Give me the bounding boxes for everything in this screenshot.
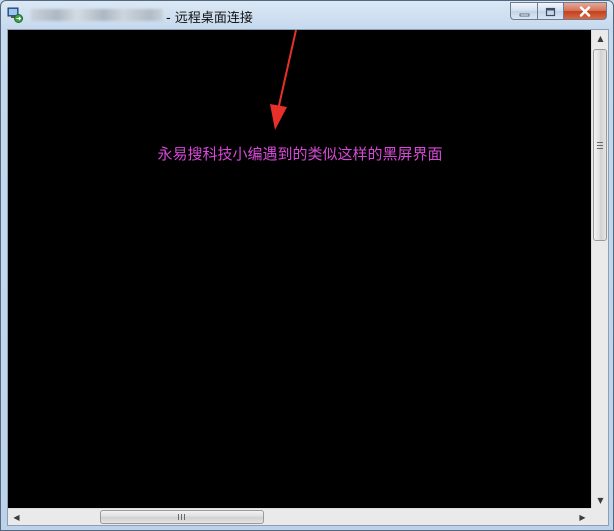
arrow-left-icon: ◀	[13, 513, 20, 522]
red-arrow-annotation	[270, 30, 297, 130]
close-icon	[579, 2, 591, 21]
arrow-up-icon: ▲	[597, 34, 604, 43]
scroll-up-button[interactable]: ▲	[592, 30, 609, 47]
maximize-button[interactable]	[537, 2, 563, 20]
arrow-down-icon: ▼	[597, 496, 604, 505]
arrow-right-icon: ▶	[579, 513, 586, 522]
vertical-scroll-thumb[interactable]	[593, 49, 607, 241]
window-title: - 远程桌面连接	[166, 11, 253, 26]
minimize-button[interactable]	[510, 2, 537, 20]
scroll-down-button[interactable]: ▼	[592, 492, 609, 509]
minimize-icon	[519, 2, 530, 21]
blurred-host-address	[31, 9, 163, 21]
maximize-icon	[545, 2, 556, 21]
vertical-scrollbar[interactable]: ▲ ▼	[591, 30, 608, 509]
horizontal-scrollbar[interactable]: ◀ ▶	[8, 508, 591, 525]
caption-buttons	[510, 2, 607, 20]
remote-desktop-window: - 远程桌面连接 永易搜科技小编遇到的类似这样的黑屏界面 ▲ ▼ ◀ ▶	[0, 0, 614, 531]
scroll-right-button[interactable]: ▶	[574, 509, 591, 526]
scrollbar-corner	[591, 508, 608, 525]
remote-desktop-icon[interactable]	[7, 7, 23, 23]
horizontal-scroll-thumb[interactable]	[100, 510, 264, 524]
close-button[interactable]	[563, 2, 607, 20]
remote-desktop-screen[interactable]: 永易搜科技小编遇到的类似这样的黑屏界面 ▲ ▼ ◀ ▶	[7, 29, 609, 526]
title-bar[interactable]: - 远程桌面连接	[1, 1, 613, 29]
scroll-left-button[interactable]: ◀	[8, 509, 25, 526]
grip-icon	[177, 514, 186, 520]
annotation-text: 永易搜科技小编遇到的类似这样的黑屏界面	[157, 145, 443, 163]
grip-icon	[597, 140, 603, 151]
